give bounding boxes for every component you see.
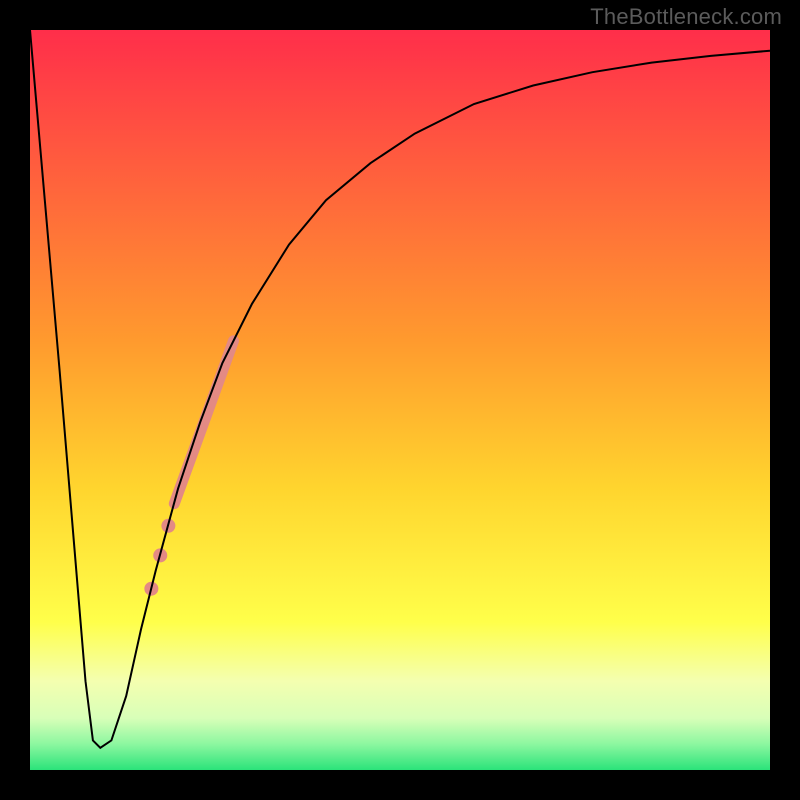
chart-svg xyxy=(30,30,770,770)
bottleneck-curve xyxy=(30,30,770,748)
highlight-segment xyxy=(174,341,233,504)
chart-container: TheBottleneck.com xyxy=(0,0,800,800)
watermark-text: TheBottleneck.com xyxy=(590,4,782,30)
plot-area xyxy=(30,30,770,770)
